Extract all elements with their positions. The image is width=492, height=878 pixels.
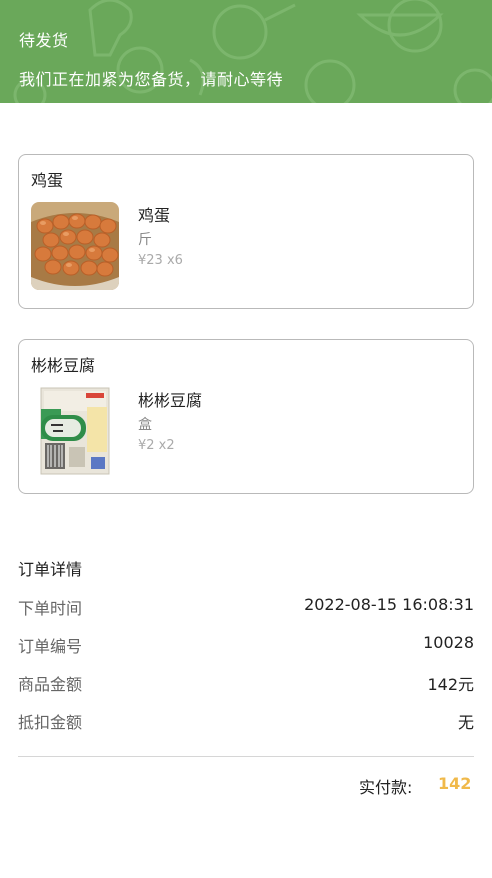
detail-value: 无 xyxy=(457,713,474,732)
item-name: 彬彬豆腐 xyxy=(138,391,203,410)
detail-value: 142元 xyxy=(427,675,474,694)
detail-label: 订单编号 xyxy=(18,637,83,656)
item-price-quantity: ¥23 x6 xyxy=(138,253,183,268)
item-price-quantity: ¥2 x2 xyxy=(138,438,175,453)
order-item-card[interactable]: 彬彬豆腐 彬彬豆腐 盒 ¥2 x2 xyxy=(18,339,474,494)
item-name: 鸡蛋 xyxy=(138,206,171,225)
order-status-title: 待发货 xyxy=(19,31,69,50)
item-unit: 盒 xyxy=(138,417,152,433)
order-status-header: 待发货 我们正在加紧为您备货，请耐心等待 xyxy=(0,0,492,103)
detail-row-deduction: 抵扣金额 无 xyxy=(18,709,474,733)
detail-label: 商品金额 xyxy=(18,675,83,694)
detail-label: 抵扣金额 xyxy=(18,713,83,732)
detail-value: 10028 xyxy=(423,633,474,652)
store-name: 彬彬豆腐 xyxy=(31,356,96,375)
total-paid-value: 142 xyxy=(438,774,472,793)
tofu-package-image xyxy=(31,387,119,475)
order-details-title: 订单详情 xyxy=(18,560,83,579)
detail-value: 2022-08-15 16:08:31 xyxy=(304,595,474,614)
order-status-subtitle: 我们正在加紧为您备货，请耐心等待 xyxy=(19,70,284,89)
detail-label: 下单时间 xyxy=(18,599,83,618)
store-name: 鸡蛋 xyxy=(31,171,64,190)
order-item-card[interactable]: 鸡蛋 鸡蛋 斤 ¥23 x6 xyxy=(18,154,474,309)
eggs-basket-image xyxy=(31,202,119,290)
detail-row-order-number: 订单编号 10028 xyxy=(18,633,474,657)
divider xyxy=(18,756,474,757)
total-paid-label: 实付款: xyxy=(359,778,413,797)
detail-row-goods-amount: 商品金额 142元 xyxy=(18,671,474,695)
detail-row-order-time: 下单时间 2022-08-15 16:08:31 xyxy=(18,595,474,619)
item-unit: 斤 xyxy=(138,232,152,248)
